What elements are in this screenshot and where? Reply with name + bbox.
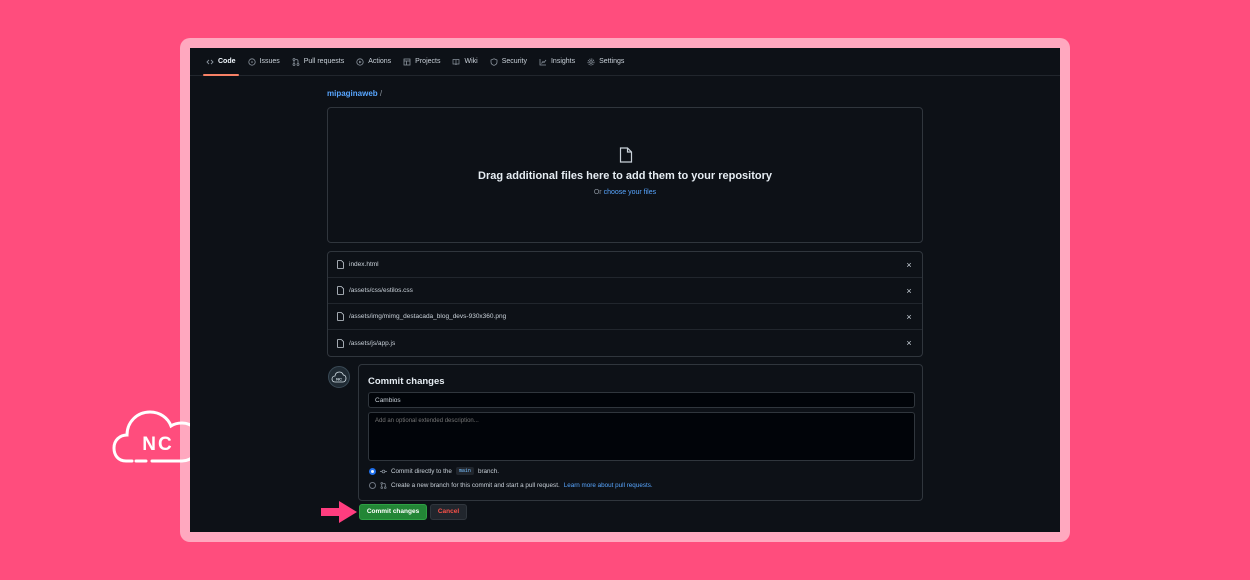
breadcrumb: mipaginaweb / [327,89,382,98]
remove-file-button[interactable]: × [904,338,914,348]
file-name: /assets/css/estilos.css [349,287,413,294]
play-icon [356,57,364,66]
tab-label: Actions [368,58,392,65]
pull-request-icon [380,482,387,489]
remove-file-button[interactable]: × [904,286,914,296]
option-commit-direct[interactable]: Commit directly to the main branch. [369,467,499,475]
avatar: NC [328,366,350,388]
breadcrumb-separator: / [379,89,383,98]
pull-request-icon [292,57,300,66]
dropzone-title: Drag additional files here to add them t… [478,170,772,182]
file-row: /assets/css/estilos.css × [328,278,922,304]
radio-new-branch[interactable] [369,482,376,489]
choose-files-link[interactable]: choose your files [604,189,657,196]
commit-panel: Commit changes Commit directly to the ma… [358,364,923,501]
radio-commit-direct[interactable] [369,467,376,475]
github-upload-screen: Code Issues Pull requests Actions Projects Wi… [190,48,1060,532]
tab-security[interactable]: Security [490,48,527,76]
tab-wiki[interactable]: Wiki [452,48,478,76]
tab-code[interactable]: Code [203,48,238,76]
file-dropzone[interactable]: Drag additional files here to add them t… [327,107,923,243]
commit-direct-prefix: Commit directly to the [391,467,452,475]
file-row: index.html × [328,252,922,278]
issue-icon [247,57,256,66]
file-name: index.html [349,261,379,268]
repo-link[interactable]: mipaginaweb [327,89,378,98]
file-icon [337,260,344,269]
svg-text:NC: NC [336,376,342,381]
tab-label: Pull requests [303,58,345,65]
tab-settings[interactable]: Settings [587,48,624,76]
git-commit-icon [380,469,387,473]
tab-projects[interactable]: Projects [403,48,440,76]
remove-file-button[interactable]: × [904,312,914,322]
tab-label: Wiki [464,58,478,65]
remove-file-button[interactable]: × [904,260,914,270]
graph-icon [539,58,547,66]
tab-label: Security [501,58,527,65]
file-icon [337,338,344,348]
file-row: /assets/img/mimg_destacada_blog_devs-930… [328,304,922,330]
file-icon [337,286,344,295]
learn-more-link[interactable]: Learn more about pull requests. [564,482,653,489]
avatar-cloud-icon: NC [331,371,347,383]
tab-pull-requests[interactable]: Pull requests [292,48,344,76]
repo-nav: Code Issues Pull requests Actions Projects Wi… [190,48,1060,76]
commit-description-input[interactable] [368,412,915,461]
dropzone-subtitle: Or choose your files [328,189,922,196]
tab-issues[interactable]: Issues [247,48,280,76]
svg-text:NC: NC [142,434,173,455]
dropzone-prefix: Or [593,189,602,196]
commit-title: Commit changes [368,376,445,387]
commit-changes-button[interactable]: Commit changes [359,504,427,520]
cancel-button[interactable]: Cancel [430,504,467,520]
tab-label: Projects [415,58,441,65]
tab-label: Code [218,58,236,65]
tab-actions[interactable]: Actions [356,48,391,76]
tab-label: Issues [259,58,280,65]
shield-icon [490,57,498,66]
tab-label: Settings [599,58,625,65]
tab-label: Insights [550,58,576,65]
commit-message-input[interactable] [368,392,915,408]
gear-icon [587,58,595,66]
file-name: /assets/img/mimg_destacada_blog_devs-930… [349,313,507,320]
file-icon [619,147,633,163]
tab-insights[interactable]: Insights [539,48,575,76]
file-row: /assets/js/app.js × [328,330,922,356]
pointer-arrow-icon [321,501,357,523]
table-icon [403,58,411,66]
file-list: index.html ×/assets/css/estilos.css ×/asse… [327,251,923,357]
code-icon [206,58,214,66]
file-icon [337,312,344,321]
option-new-branch[interactable]: Create a new branch for this commit and … [369,482,653,489]
new-branch-text: Create a new branch for this commit and … [391,482,560,489]
branch-name: main [455,467,474,475]
file-name: /assets/js/app.js [349,339,396,347]
commit-direct-suffix: branch. [477,467,499,475]
book-icon [452,58,460,66]
